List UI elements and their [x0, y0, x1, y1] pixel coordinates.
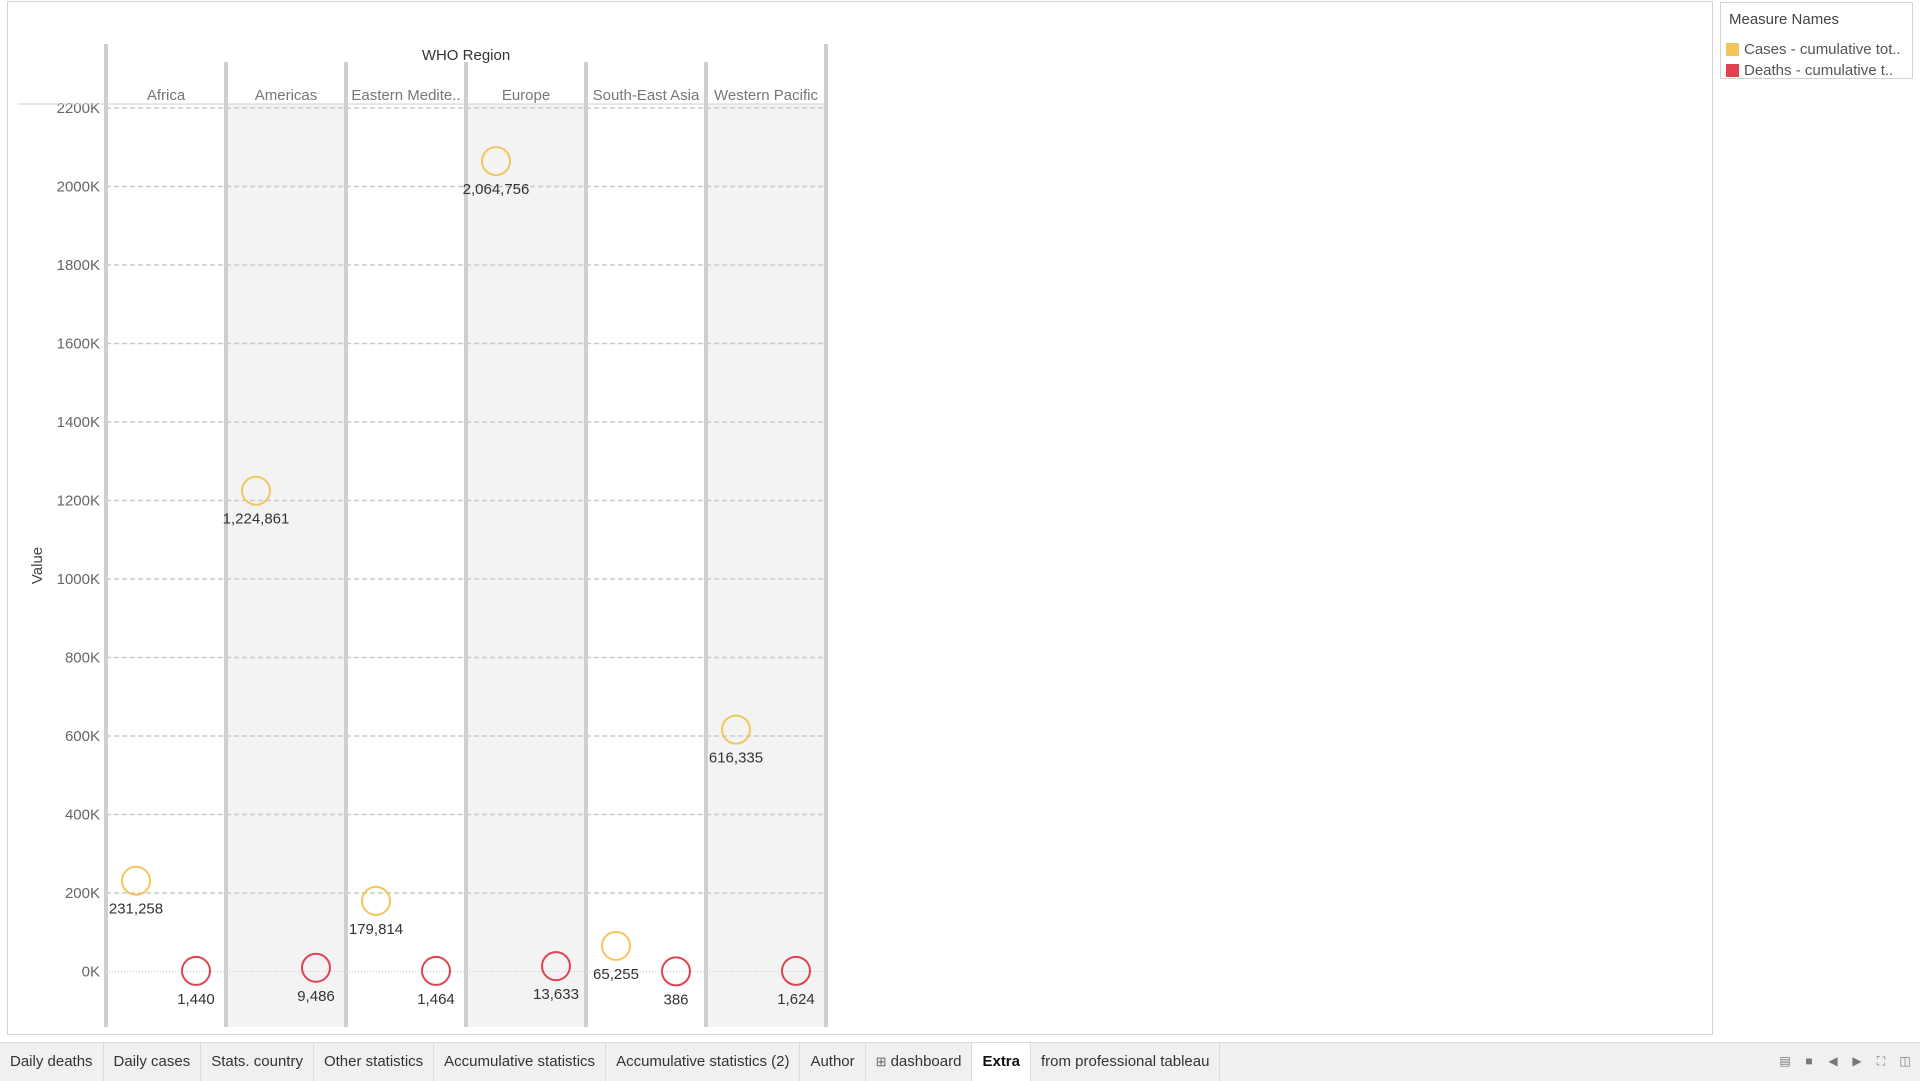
show-filmstrip-icon[interactable]: ▤ — [1778, 1054, 1792, 1069]
column-header-title: WHO Region — [422, 47, 510, 64]
legend-label-cases: Cases - cumulative tot.. — [1744, 41, 1901, 58]
y-tick-label: 400K — [65, 807, 100, 824]
tab-label: Daily cases — [113, 1053, 191, 1070]
tab-label: Author — [810, 1053, 855, 1070]
color-legend: Measure Names Cases - cumulative tot.. D… — [1720, 2, 1913, 79]
chart-svg: 0K 200K 400K 600K 800K 1000K 1200K 1400K 1600K 18… — [18, 44, 828, 1027]
data-point-cases — [121, 865, 151, 896]
y-tick-label: 600K — [65, 728, 100, 745]
legend-item-cases[interactable]: Cases - cumulative tot.. — [1726, 41, 1912, 59]
tab-extra[interactable]: Extra — [972, 1043, 1031, 1081]
y-tick-label: 1400K — [57, 414, 100, 431]
data-label-deaths: 386 — [663, 991, 688, 1008]
data-label-deaths: 1,440 — [177, 991, 215, 1008]
presentation-mode-icon[interactable]: ◫ — [1898, 1054, 1912, 1069]
y-tick-label: 0K — [82, 964, 100, 981]
panel-band — [226, 104, 346, 1027]
legend-swatch-cases — [1726, 43, 1739, 56]
legend-item-deaths[interactable]: Deaths - cumulative t.. — [1726, 62, 1912, 80]
tab-other-statistics[interactable]: Other statistics — [314, 1043, 435, 1081]
tab-label: Stats. country — [211, 1053, 303, 1070]
data-label-deaths: 1,464 — [417, 991, 455, 1008]
category-header-label: Western Pacific — [714, 87, 818, 104]
y-tick-label: 1000K — [57, 571, 100, 588]
tab-daily-deaths[interactable]: Daily deaths — [0, 1043, 104, 1081]
data-label-cases: 1,224,861 — [223, 511, 290, 528]
category-header-label: Americas — [255, 87, 318, 104]
tab-label: dashboard — [890, 1053, 962, 1070]
y-axis-title: Value — [29, 547, 46, 584]
category-header-label: Africa — [147, 87, 186, 104]
tab-label: Accumulative statistics (2) — [616, 1053, 790, 1070]
y-tick-label: 1200K — [57, 493, 100, 510]
legend-label-deaths: Deaths - cumulative t.. — [1744, 62, 1894, 79]
tab-author[interactable]: Author — [800, 1043, 866, 1081]
tab-accumulative-statistics-2[interactable]: Accumulative statistics (2) — [606, 1043, 801, 1081]
show-sheet-icon[interactable]: ■ — [1802, 1054, 1816, 1069]
data-point-cases — [361, 885, 391, 916]
y-tick-label: 2200K — [57, 100, 100, 117]
data-point-cases — [601, 930, 631, 961]
data-label-deaths: 1,624 — [777, 991, 815, 1008]
fullscreen-icon[interactable]: ⛶ — [1874, 1054, 1888, 1069]
y-tick-label: 1600K — [57, 336, 100, 353]
data-point-deaths — [181, 955, 211, 986]
data-point-deaths — [421, 955, 451, 986]
sheet-navigation-controls: ▤ ■ ◀ ▶ ⛶ ◫ — [1778, 1054, 1912, 1069]
tab-label: Daily deaths — [10, 1053, 93, 1070]
previous-sheet-icon[interactable]: ◀ — [1826, 1054, 1840, 1069]
panel-band — [466, 104, 586, 1027]
data-label-cases: 179,814 — [349, 921, 403, 938]
y-tick-label: 200K — [65, 885, 100, 902]
tab-daily-cases[interactable]: Daily cases — [104, 1043, 202, 1081]
worksheet-view: 0K 200K 400K 600K 800K 1000K 1200K 1400K 1600K 18… — [7, 1, 1713, 1035]
category-header-label: Eastern Medite.. — [351, 87, 460, 104]
tab-label: from professional tableau — [1041, 1053, 1210, 1070]
tab-dashboard[interactable]: ⊞ dashboard — [866, 1043, 973, 1081]
dashboard-icon: ⊞ — [875, 1054, 887, 1069]
y-tick-label: 1800K — [57, 257, 100, 274]
tab-stats-country[interactable]: Stats. country — [201, 1043, 314, 1081]
next-sheet-icon[interactable]: ▶ — [1850, 1054, 1864, 1069]
data-label-cases: 616,335 — [709, 750, 763, 767]
tab-label: Other statistics — [323, 1053, 424, 1070]
tab-label: Extra — [982, 1053, 1020, 1070]
data-label-deaths: 9,486 — [297, 988, 335, 1005]
sheet-tabs: Daily deaths Daily cases Stats. country … — [0, 1043, 1221, 1081]
legend-title: Measure Names — [1729, 11, 1840, 28]
data-label-cases: 65,255 — [593, 966, 639, 983]
category-header-label: Europe — [502, 87, 550, 104]
legend-swatch-deaths — [1726, 64, 1739, 77]
panel-band — [706, 104, 826, 1027]
data-label-cases: 2,064,756 — [463, 181, 530, 198]
tab-label: Accumulative statistics — [444, 1053, 596, 1070]
tab-accumulative-statistics[interactable]: Accumulative statistics — [434, 1043, 607, 1081]
data-label-cases: 231,258 — [109, 901, 163, 918]
sheet-tab-bar: Daily deaths Daily cases Stats. country … — [0, 1042, 1920, 1081]
category-header-label: South-East Asia — [593, 87, 700, 104]
y-tick-label: 800K — [65, 650, 100, 667]
y-tick-label: 2000K — [57, 179, 100, 196]
tab-from-professional-tableau[interactable]: from professional tableau — [1031, 1043, 1221, 1081]
data-label-deaths: 13,633 — [533, 986, 579, 1003]
